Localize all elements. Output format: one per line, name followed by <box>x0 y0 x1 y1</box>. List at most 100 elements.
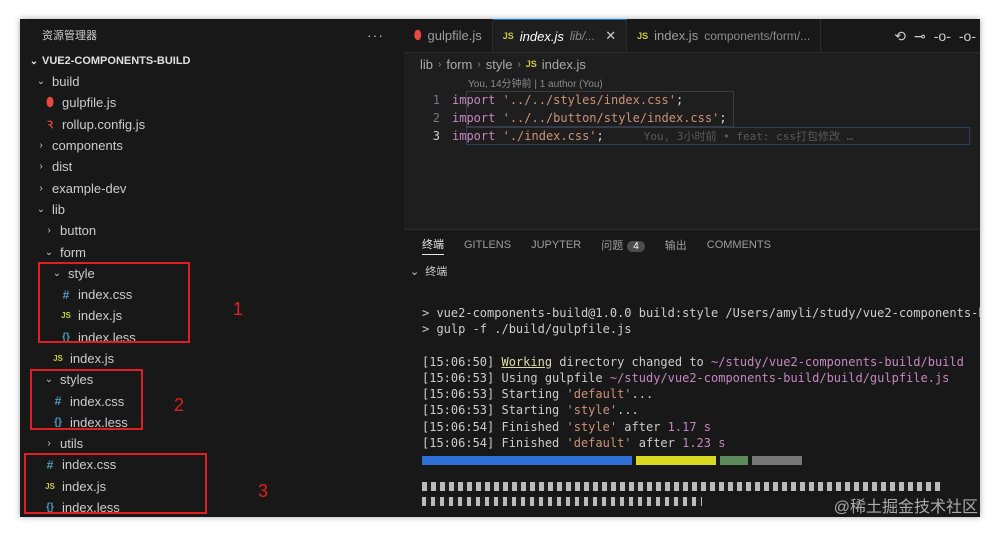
terminal-output[interactable]: > vue2-components-build@1.0.0 build:styl… <box>404 305 980 507</box>
more-actions-icon[interactable]: ··· <box>367 27 384 43</box>
tree-item[interactable]: ⌄ form <box>20 241 404 262</box>
git-next-icon[interactable]: -o- <box>959 28 976 44</box>
terminal-blank <box>422 338 980 354</box>
terminal-time: [15:06:53] <box>422 370 495 385</box>
tab-index-js-components[interactable]: JS index.js components/form/... <box>627 19 822 52</box>
gulp-file-icon: ⬮ <box>46 95 54 110</box>
annotation-label-2: 2 <box>174 395 185 415</box>
history-icon[interactable]: ⟲ <box>894 28 906 45</box>
terminal-pre: Finished <box>494 436 567 451</box>
chevron-right-icon: › <box>39 161 43 173</box>
terminal-time: [15:06:54] <box>422 436 495 451</box>
tab-label: index.js <box>654 28 699 43</box>
git-blame-header[interactable]: You, 14分钟前 | 1 author (You) <box>404 75 980 91</box>
terminal-post: ... <box>617 403 639 418</box>
tree-item[interactable]: › button <box>20 220 404 241</box>
breadcrumb-item[interactable]: form <box>446 57 472 72</box>
tree-item-label: lib <box>52 201 66 217</box>
tree-item[interactable]: › utils <box>20 433 404 454</box>
gulp-icon: ⬮ <box>414 28 422 42</box>
problems-count-badge: 4 <box>627 241 645 252</box>
terminal-line: [15:06:53] Starting 'style'... <box>422 402 980 418</box>
editor-area: ⬮ gulpfile.js JS index.js lib/... ✕ JS i… <box>404 19 980 517</box>
selection-highlight <box>466 91 734 127</box>
tree-item-label: components <box>52 138 123 154</box>
chevron-right-icon: › <box>517 58 521 70</box>
tree-item[interactable]: ⬮ gulpfile.js <box>20 92 404 113</box>
chevron-down-icon: ⌄ <box>36 203 46 215</box>
chevron-right-icon: › <box>39 182 43 194</box>
chevron-down-icon: ⌄ <box>410 265 420 278</box>
terminal-time: [15:06:50] <box>422 354 495 369</box>
tab-gitlens[interactable]: GITLENS <box>464 239 511 251</box>
terminal-pre: Starting <box>494 403 567 418</box>
terminal-post: ... <box>631 387 654 402</box>
terminal-post: after <box>617 419 668 434</box>
terminal-str: 'default' <box>566 387 632 402</box>
terminal-mid: directory changed to <box>552 354 712 369</box>
explorer-title: 资源管理器 <box>42 30 97 42</box>
tab-problems-label: 问题 <box>601 240 624 252</box>
tree-item-label: index.js <box>70 351 115 366</box>
explorer-header: 资源管理器 ··· <box>20 19 404 51</box>
terminal-str: 'default' <box>566 436 632 451</box>
project-root[interactable]: ⌄ VUE2-COMPONENTS-BUILD <box>20 51 404 71</box>
tab-problems[interactable]: 问题 4 <box>601 237 645 253</box>
tree-item[interactable]: ⌄ lib <box>20 199 404 220</box>
rollup-file-icon: Ꝛ <box>47 120 53 132</box>
tab-comments[interactable]: COMMENTS <box>707 239 771 251</box>
terminal-str: 'style' <box>566 403 618 418</box>
tree-item-label: utils <box>60 436 84 452</box>
line-number: 3 <box>432 129 440 143</box>
terminal-section-title: 终端 <box>425 266 448 278</box>
terminal-line: > gulp -f ./build/gulpfile.js <box>422 322 632 337</box>
tree-item-label: build <box>52 74 80 90</box>
terminal-pre: Starting <box>494 387 567 402</box>
redacted-block <box>636 455 716 465</box>
close-icon[interactable]: ✕ <box>605 28 616 44</box>
breadcrumb-item[interactable]: lib <box>420 57 433 72</box>
breadcrumb-item[interactable]: index.js <box>542 57 586 72</box>
tree-item[interactable]: JS index.js <box>20 348 404 369</box>
terminal-line: > vue2-components-build@1.0.0 build:styl… <box>422 306 980 320</box>
chevron-right-icon: › <box>438 58 442 70</box>
tree-item-label: gulpfile.js <box>62 95 117 111</box>
tree-item-label: example-dev <box>52 180 127 196</box>
tree-item[interactable]: › example-dev <box>20 177 404 198</box>
redacted-block <box>422 496 702 506</box>
terminal-path: ~/study/vue2-components-build/build <box>711 354 964 369</box>
tab-gulpfile[interactable]: ⬮ gulpfile.js <box>404 19 493 52</box>
chevron-right-icon: › <box>477 58 481 70</box>
terminal-time: [15:06:53] <box>422 403 495 418</box>
chevron-down-icon: ⌄ <box>29 55 39 67</box>
tree-item-label: form <box>60 244 86 260</box>
tree-item[interactable]: › components <box>20 135 404 156</box>
panel-tabs: 终端 GITLENS JUPYTER 问题 4 输出 COMMENTS <box>404 230 980 260</box>
js-file-icon: JS <box>502 31 514 41</box>
redacted-block <box>422 481 942 491</box>
terminal-section-header[interactable]: ⌄ 终端 <box>404 260 980 282</box>
terminal-dur: 1.23 s <box>682 436 726 451</box>
git-commit-icon[interactable]: ⊸ <box>914 28 926 45</box>
tab-index-js-active[interactable]: JS index.js lib/... ✕ <box>492 19 628 52</box>
breadcrumb-item[interactable]: style <box>486 57 513 72</box>
tree-item[interactable]: › dist <box>20 156 404 177</box>
tab-output[interactable]: 输出 <box>665 237 687 253</box>
annotation-box-1 <box>38 262 190 343</box>
tab-path: lib/... <box>569 29 596 43</box>
redacted-block <box>720 455 748 465</box>
current-line-highlight <box>466 127 970 145</box>
tab-jupyter[interactable]: JUPYTER <box>531 239 581 251</box>
chevron-down-icon: ⌄ <box>44 246 54 258</box>
tree-item-label: button <box>60 223 97 239</box>
tree-item[interactable]: ⌄ build <box>20 71 404 92</box>
chevron-right-icon: › <box>39 140 43 152</box>
breadcrumb: lib › form › style › JS index.js <box>404 53 980 75</box>
git-previous-icon[interactable]: -o- <box>934 28 951 44</box>
watermark: @稀土掘金技术社区 <box>833 499 978 516</box>
vscode-window: 资源管理器 ··· ⌄ VUE2-COMPONENTS-BUILD ⌄ build… <box>20 19 980 517</box>
tab-terminal[interactable]: 终端 <box>422 236 444 255</box>
redacted-block <box>422 455 632 465</box>
tree-item[interactable]: Ꝛrollup.config.js <box>20 114 404 135</box>
code-editor[interactable]: 1 import '../../styles/index.css'; 2 imp… <box>404 91 980 145</box>
